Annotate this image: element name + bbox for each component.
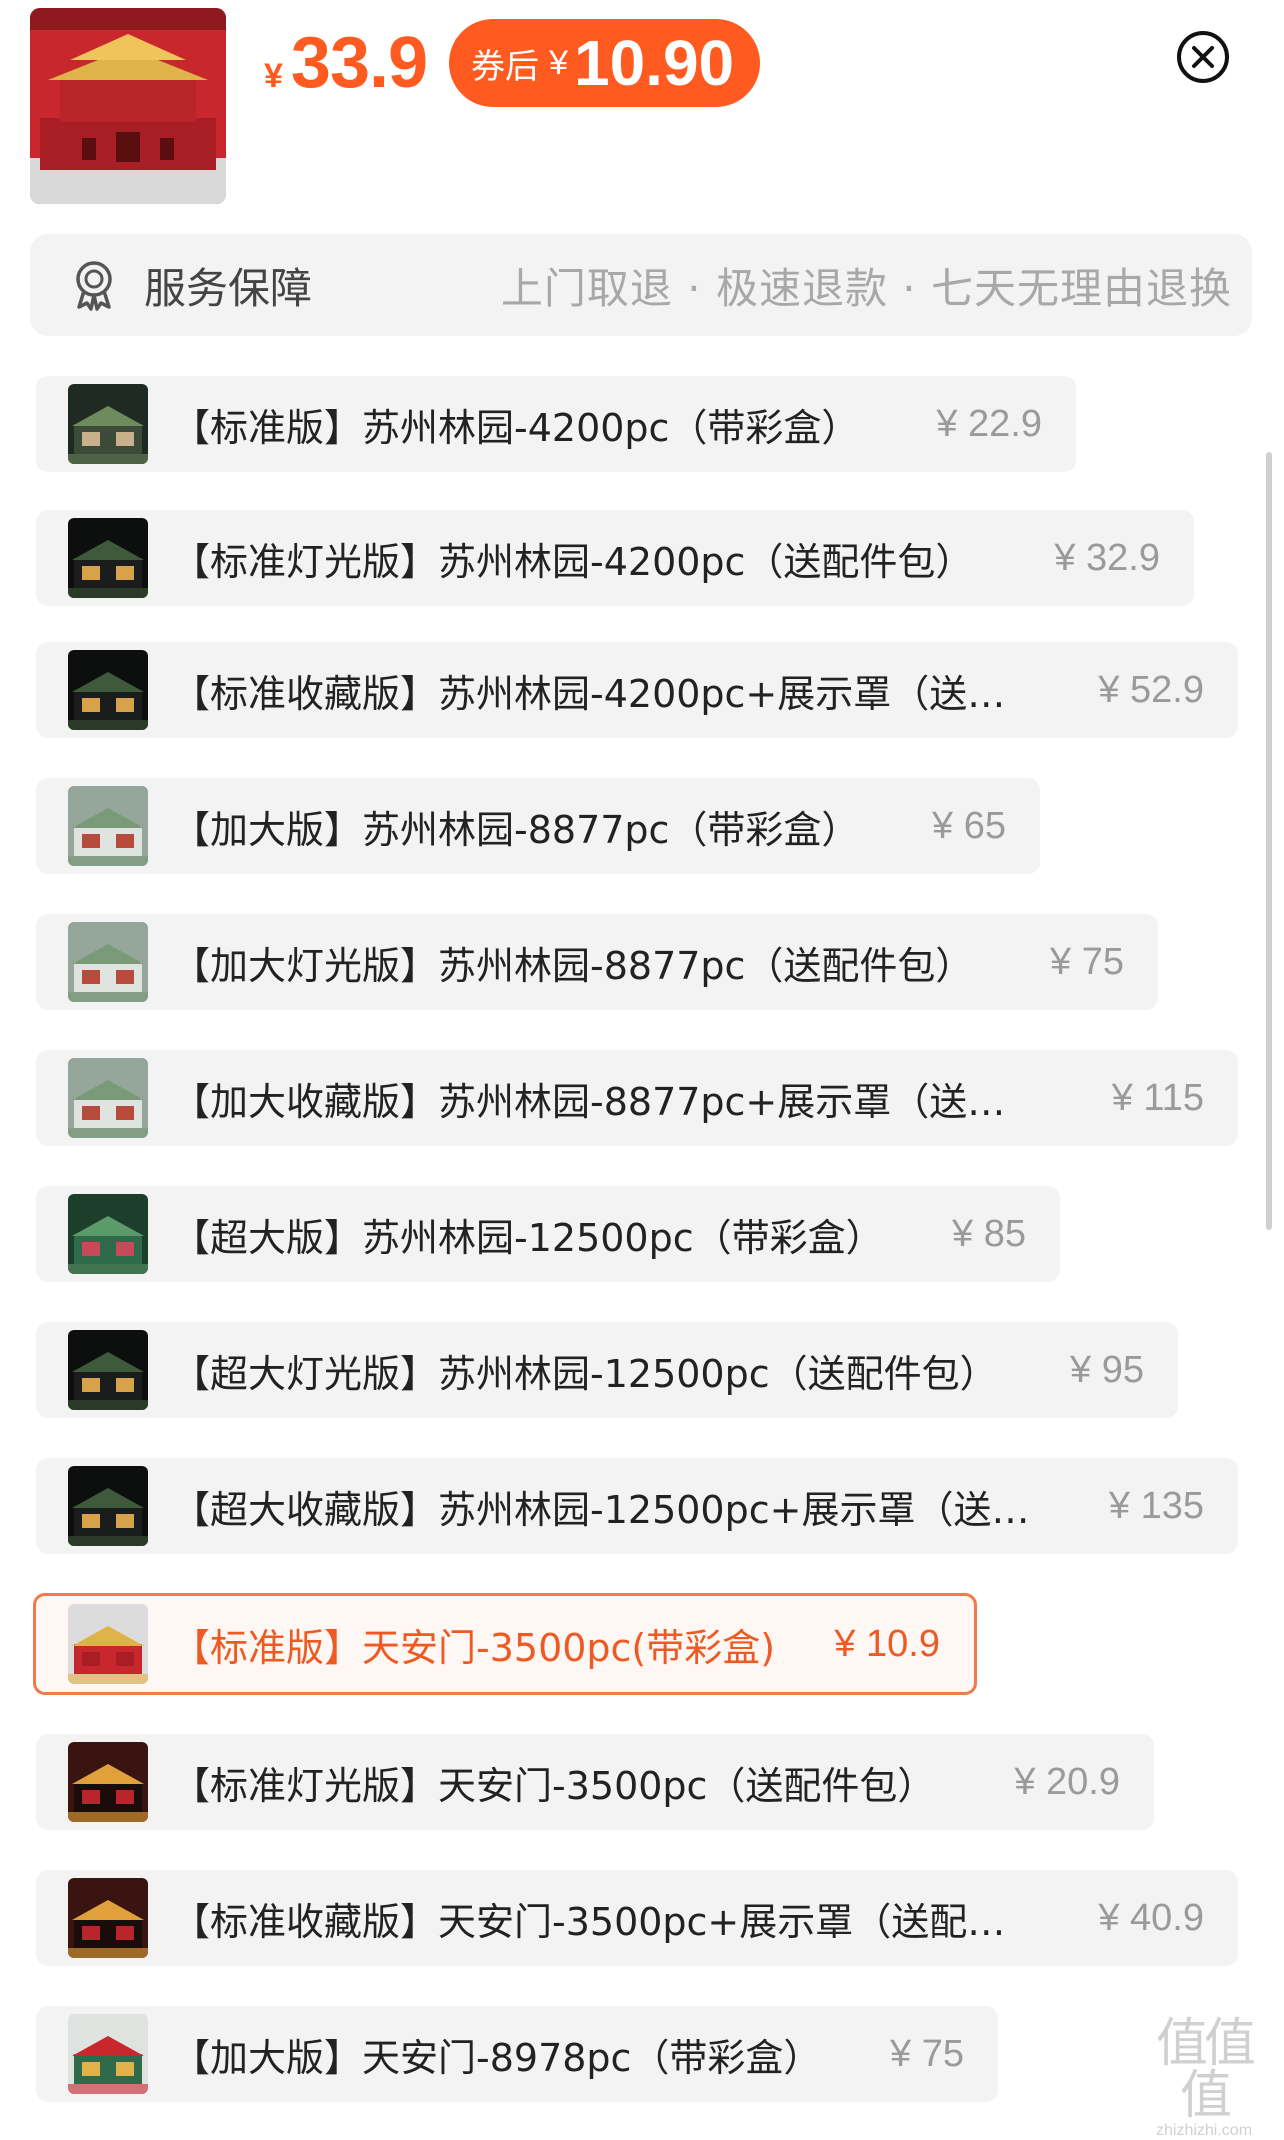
watermark: 值值值 zhizhizhi.com	[1134, 2018, 1274, 2140]
model-thumbnail-image	[68, 1604, 148, 1684]
sku-option-selected[interactable]: 【标准版】天安门-3500pc(带彩盒) ¥ 10.9	[33, 1593, 977, 1695]
close-circle-icon	[1177, 31, 1229, 83]
sku-option[interactable]: 【加大灯光版】苏州林园-8877pc（送配件包） ¥ 75	[36, 914, 1158, 1010]
sku-option-price: ¥ 95	[1070, 1348, 1144, 1391]
sku-option-price: ¥ 115	[1111, 1076, 1204, 1119]
sku-option-price: ¥ 135	[1108, 1484, 1204, 1527]
model-thumbnail-image	[68, 786, 148, 866]
model-thumbnail-image	[68, 650, 148, 730]
model-thumbnail-image	[68, 1742, 148, 1822]
sku-option-thumbnail	[68, 922, 148, 1002]
sku-option-name: 【标准版】苏州林园-4200pc（带彩盒）	[172, 405, 860, 450]
sku-option-name: 【加大灯光版】苏州林园-8877pc（送配件包）	[172, 943, 974, 988]
sku-option-price: ¥ 32.9	[1054, 536, 1160, 579]
model-thumbnail-image	[68, 1878, 148, 1958]
model-thumbnail-image	[68, 384, 148, 464]
sku-option-price: ¥ 65	[932, 804, 1006, 847]
sku-option-name: 【超大收藏版】苏州林园-12500pc+展示罩（送…	[172, 1487, 1030, 1532]
sku-option-thumbnail	[68, 1878, 148, 1958]
watermark-logo: 值值值	[1155, 2014, 1256, 2126]
sku-option[interactable]: 【标准灯光版】天安门-3500pc（送配件包） ¥ 20.9	[36, 1734, 1154, 1830]
coupon-currency: ¥	[549, 43, 568, 82]
sku-option[interactable]: 【标准收藏版】天安门-3500pc+展示罩（送配… ¥ 40.9	[36, 1870, 1238, 1966]
sku-option-thumbnail	[68, 1742, 148, 1822]
coupon-price-value: 10.90	[573, 27, 735, 99]
model-thumbnail-image	[68, 1330, 148, 1410]
sku-option-thumbnail	[68, 786, 148, 866]
model-thumbnail-image	[68, 1194, 148, 1274]
sku-option-name: 【加大收藏版】苏州林园-8877pc+展示罩（送…	[172, 1079, 1006, 1124]
sku-option-thumbnail	[68, 1330, 148, 1410]
sku-option[interactable]: 【超大灯光版】苏州林园-12500pc（送配件包） ¥ 95	[36, 1322, 1178, 1418]
sku-option-name: 【超大灯光版】苏州林园-12500pc（送配件包）	[172, 1351, 998, 1396]
sku-option-price: ¥ 85	[952, 1212, 1026, 1255]
sku-option[interactable]: 【标准灯光版】苏州林园-4200pc（送配件包） ¥ 32.9	[36, 510, 1194, 606]
sku-option-name: 【标准收藏版】天安门-3500pc+展示罩（送配…	[172, 1899, 1006, 1944]
watermark-url: zhizhizhi.com	[1155, 2122, 1253, 2139]
sku-option[interactable]: 【超大收藏版】苏州林园-12500pc+展示罩（送… ¥ 135	[36, 1458, 1238, 1554]
sku-option-name: 【标准灯光版】天安门-3500pc（送配件包）	[172, 1763, 936, 1808]
sku-option-thumbnail	[68, 1058, 148, 1138]
sku-option-price: ¥ 20.9	[1014, 1760, 1120, 1803]
sku-option-name: 【加大版】天安门-8978pc（带彩盒）	[172, 2035, 822, 2080]
model-thumbnail-image	[68, 1058, 148, 1138]
coupon-price-badge: 券后 ¥ 10.90	[449, 19, 761, 107]
model-thumbnail-image	[68, 2014, 148, 2094]
model-thumbnail-image	[68, 518, 148, 598]
sku-option-name: 【标准版】天安门-3500pc(带彩盒)	[172, 1625, 776, 1670]
sku-option[interactable]: 【加大版】天安门-8978pc（带彩盒） ¥ 75	[36, 2006, 998, 2102]
close-button[interactable]	[1176, 30, 1230, 84]
sku-option-thumbnail	[68, 1194, 148, 1274]
sku-option[interactable]: 【标准版】苏州林园-4200pc（带彩盒） ¥ 22.9	[36, 376, 1076, 472]
sku-option-thumbnail	[68, 1604, 148, 1684]
sku-option[interactable]: 【加大版】苏州林园-8877pc（带彩盒） ¥ 65	[36, 778, 1040, 874]
service-label: 服务保障	[144, 263, 313, 313]
sku-option[interactable]: 【超大版】苏州林园-12500pc（带彩盒） ¥ 85	[36, 1186, 1060, 1282]
sku-option-name: 【标准收藏版】苏州林园-4200pc+展示罩（送…	[172, 671, 1006, 716]
sku-option-thumbnail	[68, 518, 148, 598]
badge-ribbon-icon	[76, 261, 112, 311]
sku-option-price: ¥ 40.9	[1098, 1896, 1204, 1939]
sku-option-thumbnail	[68, 384, 148, 464]
model-thumbnail-image	[68, 922, 148, 1002]
model-thumbnail-image	[68, 1466, 148, 1546]
sku-option-name: 【标准灯光版】苏州林园-4200pc（送配件包）	[172, 539, 974, 584]
service-guarantee-bar[interactable]: 服务保障 上门取退 · 极速退款 · 七天无理由退换	[30, 234, 1252, 336]
sku-option-name: 【超大版】苏州林园-12500pc（带彩盒）	[172, 1215, 884, 1260]
sku-option-price: ¥ 75	[890, 2032, 964, 2075]
price-value: 33.9	[290, 23, 428, 103]
sku-option-price: ¥ 10.9	[834, 1622, 940, 1665]
product-thumbnail	[30, 8, 226, 204]
sku-option-thumbnail	[68, 1466, 148, 1546]
sku-option-thumbnail	[68, 650, 148, 730]
sku-option[interactable]: 【标准收藏版】苏州林园-4200pc+展示罩（送… ¥ 52.9	[36, 642, 1238, 738]
sku-option-thumbnail	[68, 2014, 148, 2094]
sku-option-price: ¥ 52.9	[1098, 668, 1204, 711]
sku-option[interactable]: 【加大收藏版】苏州林园-8877pc+展示罩（送… ¥ 115	[36, 1050, 1238, 1146]
service-description: 上门取退 · 极速退款 · 七天无理由退换	[500, 263, 1232, 313]
original-price: ¥ 33.9	[264, 22, 428, 104]
tiananmen-model-image	[30, 8, 226, 204]
scrollbar[interactable]	[1266, 452, 1272, 1230]
price-row: ¥ 33.9 券后 ¥ 10.90	[264, 18, 761, 108]
sku-option-price: ¥ 22.9	[936, 402, 1042, 445]
coupon-label: 券后	[471, 46, 540, 87]
sku-option-price: ¥ 75	[1050, 940, 1124, 983]
price-currency: ¥	[264, 57, 283, 95]
sku-option-name: 【加大版】苏州林园-8877pc（带彩盒）	[172, 807, 860, 852]
